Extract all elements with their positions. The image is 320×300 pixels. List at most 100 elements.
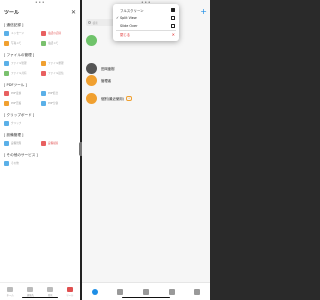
tool-icon [41,70,46,76]
contact-row[interactable]: 個別(最近使用) ⚠ [86,91,206,105]
tool-item[interactable]: ファイル整理 [41,60,76,66]
tool-icon [4,90,9,96]
tool-label: メッセージ [11,32,24,35]
slide-icon [171,24,175,28]
tool-sections: [ 通信記録 ] メッセージ 電話の記録 写真メモ 電話メモ[ ファイルの管理 ] ファイ… [0,22,80,168]
tool-icon [41,40,46,46]
tool-item[interactable]: PDF結合 [41,90,76,96]
menu-item-split[interactable]: ✓ Split View [113,14,179,22]
apps-tab-icon[interactable] [142,288,149,295]
tool-icon [4,120,9,126]
tool-item[interactable]: PDF変換 [4,90,39,96]
tool-label: ファイル整理 [48,62,64,65]
tool-row: クリップ [0,118,80,128]
nav-item[interactable]: 連絡先 [26,286,34,297]
nav-item[interactable]: 発見 [47,286,54,297]
profile-tab-icon[interactable] [194,288,201,295]
tool-item[interactable]: ファイル送信 [41,70,76,76]
tool-item[interactable]: ファイル管理 [4,60,39,66]
tool-row: 設備管理 設備検索 [0,138,80,148]
status-bar: ••• [0,0,80,7]
tools-header: ツール ✕ [0,7,80,18]
contact-row[interactable]: 管理者 [86,73,206,87]
tool-item[interactable]: 設備検索 [41,140,76,146]
search-placeholder: 検索 [92,21,98,25]
menu-item-left: フルスクリーン [116,8,144,13]
tool-row: ファイル管理 ファイル整理 [0,58,80,68]
tool-icon [4,70,9,76]
tool-item[interactable]: PDF圧縮 [4,100,39,106]
avatar [86,74,97,86]
menu-item-label: Split View [120,16,137,20]
tool-icon [41,30,46,36]
tool-icon [41,140,46,146]
tool-icon [4,100,9,106]
home-indicator [122,297,170,298]
nav-label: 連絡先 [26,293,34,297]
chat-tab-icon[interactable] [91,288,98,295]
tool-item[interactable]: 写真メモ [4,40,39,46]
nav-item[interactable]: ホーム [6,286,14,297]
avatar [86,62,97,74]
close-icon: ✕ [171,31,175,37]
nav-label: 発見 [47,293,53,297]
grid-tab-icon[interactable] [168,288,175,295]
contact-name: 田岡亜樹 [101,66,115,71]
contact-name: 管理者 [101,78,112,83]
tool-icon [41,90,46,96]
nav-label: ツール [66,293,74,297]
search-icon [88,21,91,24]
tool-item[interactable]: 電話の記録 [41,30,76,36]
tool-item[interactable]: クリップ [4,120,39,126]
split-icon [171,16,175,20]
menu-item-close[interactable]: 閉じる ✕ [113,31,179,39]
tool-item[interactable]: ファイル共有 [4,70,39,76]
tool-item[interactable]: メッセージ [4,30,39,36]
nav-icon [47,286,54,292]
tool-label: ファイル送信 [48,72,64,75]
contacts-pane: ••• + 検索 田岡亜樹 管理者 個別(最近使用) ⚠ [82,0,210,300]
close-icon[interactable]: ✕ [71,9,76,16]
avatar [86,34,97,46]
tool-row: PDF圧縮 PDF分割 [0,98,80,108]
menu-item-label: フルスクリーン [120,8,144,13]
tool-item[interactable]: PDF分割 [41,100,76,106]
status-badge: ⚠ [126,95,133,101]
menu-item-label: 閉じる [120,33,131,37]
tool-icon [4,140,9,146]
tool-label: PDF圧縮 [11,102,22,105]
tool-label: 電話メモ [48,42,59,45]
menu-item-left: ✓ Split View [116,16,137,20]
home-indicator [22,297,58,298]
tool-item[interactable]: 設備管理 [4,140,39,146]
tool-item[interactable]: その他 [4,160,39,166]
tools-pane: ••• ツール ✕ [ 通信記録 ] メッセージ 電話の記録 写真メモ 電話メモ[ ファ… [0,0,80,300]
tool-item[interactable]: 電話メモ [41,40,76,46]
tool-label: ファイル共有 [11,72,27,75]
tool-label: PDF変換 [11,92,22,95]
full-icon [171,8,175,12]
contact-name: 個別(最近使用) [101,96,124,101]
tool-label: 写真メモ [11,42,22,45]
tool-icon [4,40,9,46]
tool-icon [4,160,9,166]
menu-item-left: Slide Over [116,24,138,28]
nav-item[interactable]: ツール [66,286,74,297]
tool-label: PDF分割 [48,102,59,105]
tool-label: クリップ [11,122,22,125]
avatar [86,92,97,104]
contacts-tab-icon[interactable] [117,288,124,295]
menu-item-left: 閉じる [116,32,130,37]
nav-icon [27,286,34,292]
tool-row: その他 [0,158,80,168]
menu-item-slide[interactable]: Slide Over [113,22,179,30]
tool-icon [4,30,9,36]
multitask-dots[interactable]: ••• [35,1,45,6]
tool-icon [4,60,9,66]
nav-label: ホーム [6,293,14,297]
menu-item-full[interactable]: フルスクリーン [113,6,179,14]
nav-icon [66,286,73,292]
tool-icon [41,100,46,106]
add-icon[interactable]: + [200,8,207,16]
tool-label: ファイル管理 [11,62,27,65]
